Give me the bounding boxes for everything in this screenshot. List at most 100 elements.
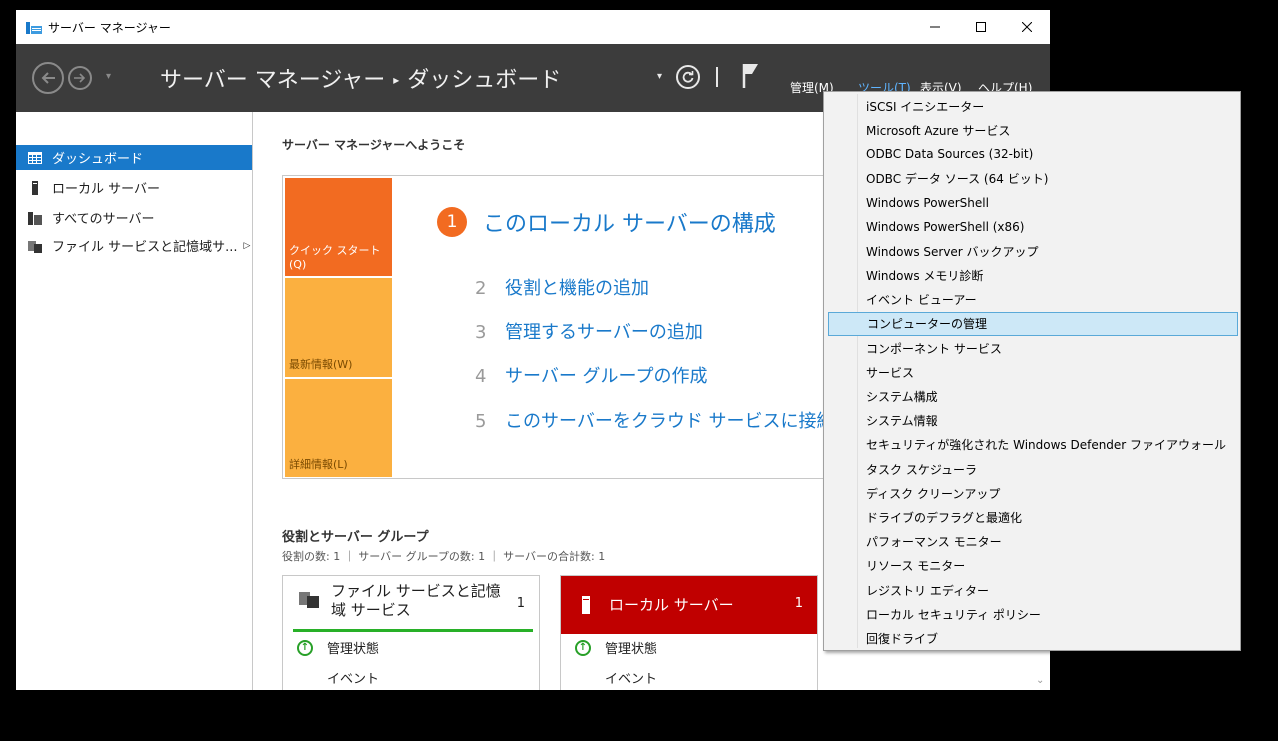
card-row-events[interactable]: イベント	[327, 668, 379, 687]
sidebar-item-label: ダッシュボード	[52, 152, 144, 167]
tools-menu-item[interactable]: ローカル セキュリティ ポリシー	[828, 602, 1238, 626]
breadcrumb: サーバー マネージャー ▸ ダッシュボード	[160, 62, 561, 94]
tools-menu-item[interactable]: セキュリティが強化された Windows Defender ファイアウォール	[828, 433, 1238, 457]
quick-start-panel: クイック スタート(Q) 最新情報(W) 詳細情報(L) 1 このローカル サー…	[282, 175, 853, 479]
tile-learn-more[interactable]: 詳細情報(L)	[285, 379, 392, 477]
card-row-manageability[interactable]: ↑ 管理状態	[297, 638, 379, 657]
window-title: サーバー マネージャー	[48, 21, 171, 35]
status-ok-icon: ↑	[575, 639, 591, 656]
sidebar-item-local-server[interactable]: ローカル サーバー	[16, 175, 252, 200]
step-configure-local-server[interactable]: 1 このローカル サーバーの構成	[437, 206, 776, 238]
sidebar: ダッシュボード ローカル サーバー すべてのサーバー ファイル サービスと記憶域…	[16, 112, 253, 690]
tools-menu-item[interactable]: レジストリ エディター	[828, 578, 1238, 602]
tools-menu-item[interactable]: システム構成	[828, 384, 1238, 408]
close-icon	[1022, 22, 1032, 32]
card-header[interactable]: ファイル サービスと記憶域 サービス 1	[293, 576, 533, 632]
tools-menu-item[interactable]: システム情報	[828, 409, 1238, 433]
step-link[interactable]: 管理するサーバーの追加	[505, 322, 703, 343]
tools-menu-item[interactable]: リソース モニター	[828, 554, 1238, 578]
step-add-servers[interactable]: 3 管理するサーバーの追加	[475, 318, 703, 344]
roles-summary: 役割の数: 1 ｜ サーバー グループの数: 1 ｜ サーバーの合計数: 1	[282, 550, 606, 563]
card-count: 1	[516, 596, 525, 611]
tools-menu-item[interactable]: ODBC Data Sources (32-bit)	[828, 142, 1238, 166]
sidebar-item-dashboard[interactable]: ダッシュボード	[16, 145, 252, 170]
server-icon	[32, 180, 38, 195]
minimize-button[interactable]	[912, 10, 958, 44]
tools-menu-item[interactable]: iSCSI イニシエーター	[828, 94, 1238, 118]
card-row-manageability[interactable]: ↑ 管理状態	[575, 638, 657, 657]
maximize-button[interactable]	[958, 10, 1004, 44]
tools-menu-item[interactable]: Windows PowerShell (x86)	[828, 215, 1238, 239]
card-header[interactable]: ローカル サーバー 1	[561, 576, 817, 634]
step-number: 5	[475, 411, 487, 432]
tools-menu-item[interactable]: イベント ビューアー	[828, 288, 1238, 312]
tile-whats-new[interactable]: 最新情報(W)	[285, 278, 392, 377]
dashboard-icon	[28, 151, 42, 164]
file-services-icon	[299, 592, 319, 608]
step-number: 4	[475, 366, 487, 387]
back-button[interactable]	[32, 62, 64, 94]
expand-arrow-icon[interactable]: ▷	[244, 241, 251, 251]
notifications-flag-icon[interactable]	[742, 62, 760, 88]
row-label: 管理状態	[327, 642, 380, 657]
step-add-roles[interactable]: 2 役割と機能の追加	[475, 274, 649, 300]
welcome-heading: サーバー マネージャーへようこそ	[282, 138, 466, 152]
sidebar-item-label: ローカル サーバー	[52, 182, 161, 197]
sidebar-item-file-services[interactable]: ファイル サービスと記憶域サ... ▷	[16, 233, 252, 258]
servers-icon	[28, 211, 42, 225]
refresh-button[interactable]	[676, 65, 700, 89]
row-label: 管理状態	[605, 642, 658, 657]
arrow-left-icon	[41, 72, 55, 84]
sidebar-item-label: ファイル サービスと記憶域サ...	[52, 240, 238, 255]
card-title: ファイル サービスと記憶域 サービス	[331, 582, 501, 619]
breadcrumb-root[interactable]: サーバー マネージャー	[160, 68, 385, 93]
roles-heading: 役割とサーバー グループ	[282, 530, 429, 545]
minimize-icon	[930, 26, 940, 28]
step-create-group[interactable]: 4 サーバー グループの作成	[475, 362, 707, 388]
title-bar[interactable]: サーバー マネージャー	[16, 10, 1050, 44]
tools-menu-item[interactable]: 回復ドライブ	[828, 626, 1238, 650]
tools-menu-item[interactable]: ODBC データ ソース (64 ビット)	[828, 167, 1238, 191]
tile-quick-start[interactable]: クイック スタート(Q)	[285, 178, 392, 276]
row-label: イベント	[605, 672, 658, 687]
row-label: イベント	[327, 672, 380, 687]
step-link[interactable]: このサーバーをクラウド サービスに接続す	[505, 411, 853, 432]
tools-menu-item[interactable]: Windows メモリ診断	[828, 263, 1238, 287]
history-dropdown-icon[interactable]: ▾	[106, 71, 111, 82]
tools-menu-item[interactable]: Windows Server バックアップ	[828, 239, 1238, 263]
scroll-down-icon[interactable]: ⌄	[1036, 675, 1044, 686]
tools-menu-item[interactable]: Windows PowerShell	[828, 191, 1238, 215]
role-card-local-server[interactable]: ローカル サーバー 1 ↑ 管理状態 イベント	[560, 575, 818, 690]
arrow-right-icon	[74, 73, 86, 83]
step-number: 2	[475, 278, 487, 299]
tools-menu-item[interactable]: パフォーマンス モニター	[828, 530, 1238, 554]
card-row-events[interactable]: イベント	[605, 668, 657, 687]
refresh-dropdown-icon[interactable]: ▾	[657, 71, 662, 82]
tools-menu-item[interactable]: ドライブのデフラグと最適化	[828, 505, 1238, 529]
breadcrumb-page: ダッシュボード	[407, 68, 562, 93]
file-services-icon	[28, 240, 42, 253]
step-number: 3	[475, 322, 487, 343]
tools-dropdown-menu: iSCSI イニシエーター Microsoft Azure サービス ODBC Da…	[823, 91, 1241, 651]
sidebar-item-label: すべてのサーバー	[52, 212, 155, 227]
maximize-icon	[976, 22, 986, 32]
sidebar-item-all-servers[interactable]: すべてのサーバー	[16, 205, 252, 230]
step-connect-cloud[interactable]: 5 このサーバーをクラウド サービスに接続す	[475, 407, 853, 433]
card-title: ローカル サーバー	[609, 596, 734, 614]
tools-menu-item[interactable]: ディスク クリーンアップ	[828, 481, 1238, 505]
tools-menu-item[interactable]: コンポーネント サービス	[828, 336, 1238, 360]
forward-button[interactable]	[68, 66, 92, 90]
card-count: 1	[794, 596, 803, 611]
step-link[interactable]: 役割と機能の追加	[505, 278, 649, 299]
step-link[interactable]: サーバー グループの作成	[505, 366, 707, 387]
tools-menu-item[interactable]: コンピューターの管理	[828, 311, 1238, 336]
tools-menu-item[interactable]: Microsoft Azure サービス	[828, 118, 1238, 142]
step-link[interactable]: このローカル サーバーの構成	[483, 206, 776, 238]
header-divider	[716, 67, 718, 87]
tools-menu-item[interactable]: サービス	[828, 360, 1238, 384]
role-card-file-services[interactable]: ファイル サービスと記憶域 サービス 1 ↑ 管理状態 イベント	[282, 575, 540, 690]
server-manager-app-icon	[26, 22, 42, 34]
close-button[interactable]	[1004, 10, 1050, 44]
tools-menu-item[interactable]: タスク スケジューラ	[828, 457, 1238, 481]
refresh-icon	[682, 71, 694, 83]
